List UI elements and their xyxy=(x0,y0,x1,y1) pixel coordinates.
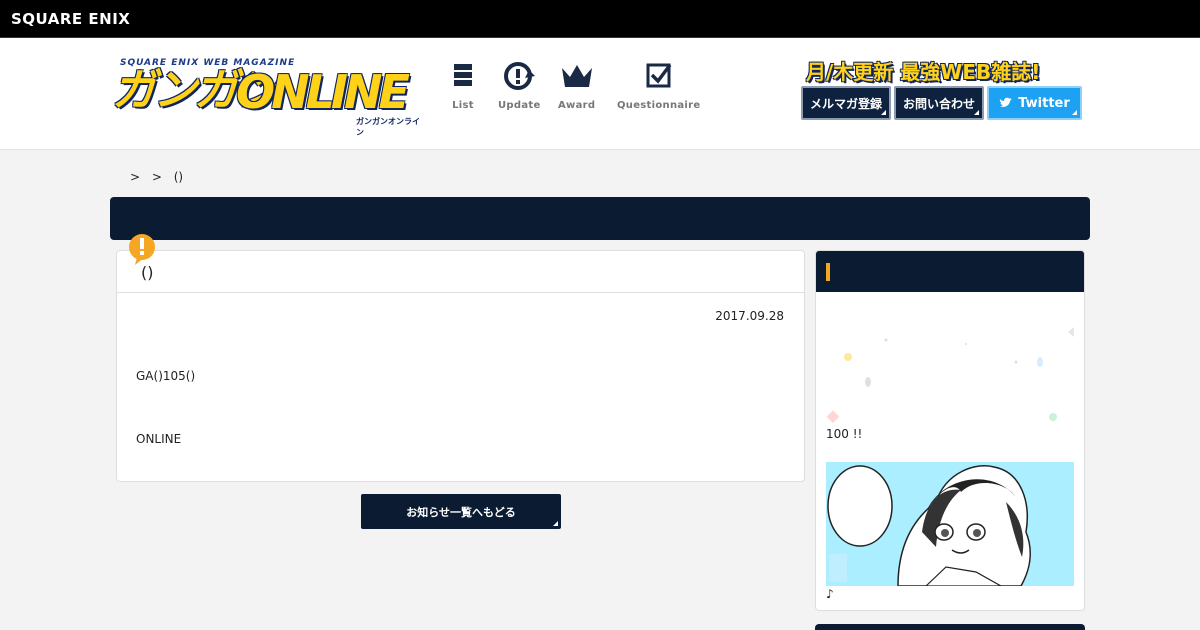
contact-label: お問い合わせ xyxy=(902,96,975,111)
back-to-news-button[interactable]: お知らせ一覧へもどる xyxy=(361,494,561,529)
article-body-2: ONLINE xyxy=(136,432,182,446)
nav-update-label: Update xyxy=(498,100,541,111)
update-icon xyxy=(504,62,536,90)
promo-slogan: 月/木更新 最強WEB雑誌! xyxy=(806,60,1041,84)
twitter-button[interactable]: Twitter xyxy=(987,86,1082,120)
site-header: SQUARE ENIX WEB MAGAZINE ガンガン ONLINE ガンガ… xyxy=(0,38,1200,150)
twitter-bird-icon xyxy=(1000,97,1013,107)
logo-reading: ガンガンオンライン xyxy=(356,117,420,137)
crown-icon xyxy=(561,65,592,87)
article-title: () xyxy=(141,263,154,282)
corner-arrow-icon xyxy=(1072,110,1077,115)
sidebar-panel-2-header xyxy=(815,624,1085,630)
gangan-online-logo[interactable]: SQUARE ENIX WEB MAGAZINE ガンガン ONLINE ガンガ… xyxy=(110,58,426,137)
alert-icon xyxy=(129,234,155,265)
nav-questionnaire-label: Questionnaire xyxy=(617,100,701,111)
sidebar-header xyxy=(816,251,1084,292)
sidebar-caption-2: ♪ xyxy=(826,587,834,601)
article-card: () 2017.09.28 GA()105() ONLINE xyxy=(116,250,805,482)
corner-arrow-icon xyxy=(974,110,979,115)
nav-list[interactable]: List xyxy=(449,60,477,111)
breadcrumb[interactable]: > > () xyxy=(130,170,183,184)
corner-arrow-icon xyxy=(881,110,886,115)
back-to-news-label: お知らせ一覧へもどる xyxy=(406,505,516,519)
nav-questionnaire[interactable]: Questionnaire xyxy=(617,60,700,111)
list-icon xyxy=(454,64,472,86)
logo-online: ONLINE xyxy=(236,65,410,119)
sidebar-header-accent xyxy=(826,263,830,281)
article-date: 2017.09.28 xyxy=(715,309,784,323)
article-body-1: GA()105() xyxy=(136,369,196,383)
sidebar-caption-1: 100 !! xyxy=(826,427,863,441)
confetti-image[interactable] xyxy=(816,292,1084,432)
twitter-label: Twitter xyxy=(1018,95,1070,111)
page-banner xyxy=(110,197,1090,240)
contact-button[interactable]: お問い合わせ xyxy=(894,86,984,120)
mail-magazine-button[interactable]: メルマガ登録 xyxy=(801,86,891,120)
sidebar-panel: 100 !! ♪ xyxy=(815,250,1085,611)
nav-award[interactable]: Award xyxy=(558,60,595,111)
nav-list-label: List xyxy=(452,100,474,111)
top-bar: SQUARE ENIX xyxy=(0,0,1200,38)
checkbox-icon xyxy=(646,63,672,88)
manga-illustration[interactable] xyxy=(826,462,1074,586)
mail-magazine-label: メルマガ登録 xyxy=(809,96,882,111)
corner-arrow-icon xyxy=(553,521,558,526)
article-header: () xyxy=(117,251,804,293)
nav-update[interactable]: Update xyxy=(498,60,541,111)
square-enix-logo[interactable]: SQUARE ENIX xyxy=(11,10,130,28)
nav-award-label: Award xyxy=(558,100,596,111)
